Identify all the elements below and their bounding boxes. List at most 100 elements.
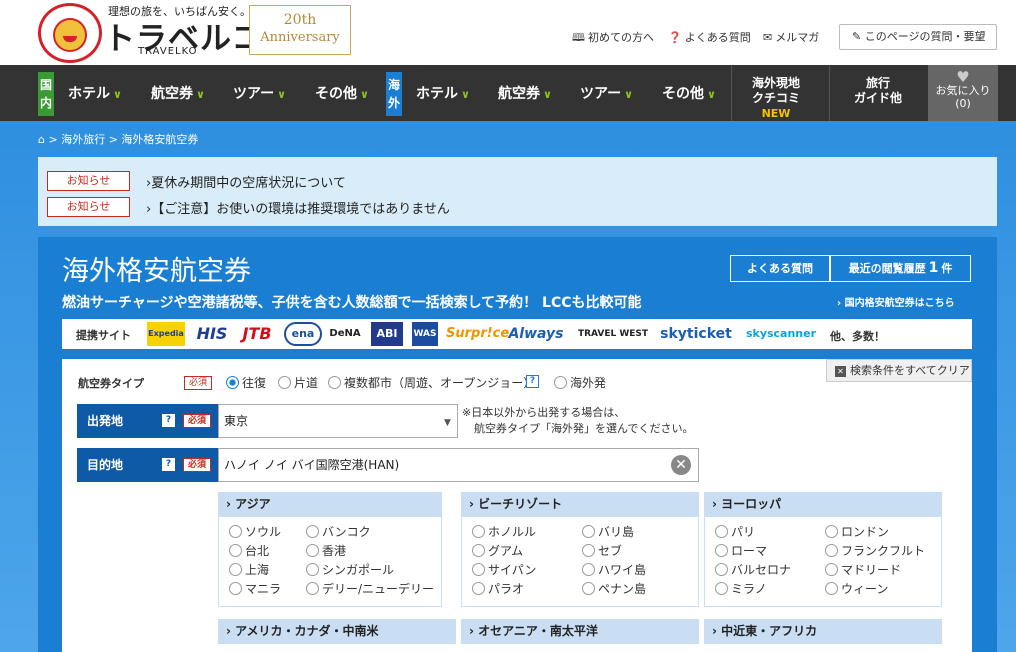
nav-reviews-line2: クチコミ: [752, 91, 801, 105]
region-americas[interactable]: › アメリカ・カナダ・中南米: [218, 619, 456, 644]
help-icon[interactable]: ?: [162, 414, 175, 427]
logo-mascot[interactable]: [38, 3, 102, 63]
radio[interactable]: [715, 582, 728, 595]
radio[interactable]: [582, 525, 595, 538]
region-oceania[interactable]: › オセアニア・南太平洋: [461, 619, 699, 644]
city-option[interactable]: デリー/ニューデリー: [306, 580, 434, 599]
radio[interactable]: [825, 525, 838, 538]
clear-input-icon[interactable]: ✕: [671, 455, 691, 475]
clear-conditions-button[interactable]: ✕ 検索条件をすべてクリア: [826, 359, 972, 382]
city-option[interactable]: ローマ: [715, 542, 767, 561]
radio[interactable]: [278, 376, 291, 389]
region-asia[interactable]: › アジア: [218, 492, 442, 517]
radio[interactable]: [306, 563, 319, 576]
radio[interactable]: [229, 582, 242, 595]
nav-domestic-other[interactable]: その他 ∨: [315, 83, 369, 103]
type-roundtrip[interactable]: 往復: [226, 374, 266, 391]
radio[interactable]: [715, 525, 728, 538]
departure-select[interactable]: 東京: [218, 404, 458, 438]
close-icon: ✕: [835, 366, 846, 377]
city-option[interactable]: 上海: [229, 561, 269, 580]
city-option[interactable]: ミラノ: [715, 580, 767, 599]
radio[interactable]: [472, 582, 485, 595]
radio[interactable]: [306, 582, 319, 595]
city-option[interactable]: ハワイ島: [582, 561, 646, 580]
radio[interactable]: [306, 525, 319, 538]
radio[interactable]: [229, 544, 242, 557]
link-newsletter[interactable]: ✉ メルマガ: [763, 29, 819, 45]
city-option[interactable]: サイパン: [472, 561, 536, 580]
nav-overseas-air[interactable]: 航空券 ∨: [498, 83, 552, 103]
city-option[interactable]: ホノルル: [472, 523, 536, 542]
radio[interactable]: [825, 582, 838, 595]
radio[interactable]: [229, 525, 242, 538]
radio[interactable]: [472, 544, 485, 557]
radio[interactable]: [825, 544, 838, 557]
city-option[interactable]: バンコク: [306, 523, 371, 542]
city-option[interactable]: ウィーン: [825, 580, 888, 599]
city-option[interactable]: セブ: [582, 542, 622, 561]
radio[interactable]: [229, 563, 242, 576]
link-faq[interactable]: ❓ よくある質問: [668, 29, 751, 45]
feedback-button[interactable]: ✎ このページの質問・要望: [839, 24, 997, 50]
type-multicity[interactable]: 複数都市（周遊、オープンジョー）: [328, 374, 535, 391]
notice-link[interactable]: ›夏休み期間中の空席状況について: [146, 172, 346, 191]
breadcrumb-overseas[interactable]: 海外旅行: [61, 133, 105, 146]
region-europe[interactable]: › ヨーロッパ: [704, 492, 942, 517]
city-option[interactable]: マドリード: [825, 561, 901, 580]
radio[interactable]: [715, 544, 728, 557]
city-label: ロンドン: [841, 525, 890, 539]
city-option[interactable]: 香港: [306, 542, 346, 561]
radio[interactable]: [582, 563, 595, 576]
radio[interactable]: [472, 563, 485, 576]
home-icon[interactable]: ⌂: [38, 133, 45, 146]
radio[interactable]: [715, 563, 728, 576]
nav-guide[interactable]: 旅行 ガイド他: [854, 76, 902, 106]
type-overseas-departure[interactable]: 海外発: [554, 374, 606, 391]
city-option[interactable]: バリ島: [582, 523, 634, 542]
city-option[interactable]: フランクフルト: [825, 542, 925, 561]
nav-domestic-air[interactable]: 航空券 ∨: [151, 83, 205, 103]
radio[interactable]: [582, 582, 595, 595]
city-label: ローマ: [731, 544, 768, 558]
nav-domestic-hotel[interactable]: ホテル ∨: [68, 83, 122, 103]
radio[interactable]: [306, 544, 319, 557]
city-option[interactable]: バルセロナ: [715, 561, 791, 580]
city-option[interactable]: ペナン島: [582, 580, 646, 599]
destination-input[interactable]: ハノイ ノイ バイ国際空港(HAN): [218, 448, 699, 482]
type-oneway-label: 片道: [294, 376, 319, 390]
help-icon[interactable]: ?: [526, 375, 539, 388]
city-option[interactable]: グアム: [472, 542, 523, 561]
history-button[interactable]: 最近の閲覧履歴 1 件: [830, 255, 971, 282]
nav-domestic-tour[interactable]: ツアー ∨: [233, 83, 286, 103]
city-label: グアム: [488, 544, 524, 558]
radio[interactable]: [582, 544, 595, 557]
nav-reviews[interactable]: 海外現地 クチコミ NEW: [752, 76, 800, 121]
city-option[interactable]: パラオ: [472, 580, 524, 599]
nav-overseas-hotel[interactable]: ホテル ∨: [416, 83, 470, 103]
city-option[interactable]: ソウル: [229, 523, 281, 542]
faq-button[interactable]: よくある質問: [730, 255, 830, 282]
help-icon[interactable]: ?: [162, 458, 175, 471]
radio-selected[interactable]: [226, 376, 239, 389]
radio[interactable]: [328, 376, 341, 389]
city-option[interactable]: マニラ: [229, 580, 281, 599]
region-middle-east-africa[interactable]: › 中近東・アフリカ: [704, 619, 942, 644]
radio[interactable]: [554, 376, 567, 389]
notice-link[interactable]: ›【ご注意】お使いの環境は推奨環境ではありません: [146, 198, 450, 217]
radio[interactable]: [472, 525, 485, 538]
city-option[interactable]: ロンドン: [825, 523, 889, 542]
nav-favorites[interactable]: ♥ お気に入り (0): [928, 65, 998, 121]
nav-overseas-tour[interactable]: ツアー ∨: [580, 83, 633, 103]
radio[interactable]: [825, 563, 838, 576]
region-beach[interactable]: › ビーチリゾート: [461, 492, 699, 517]
city-option[interactable]: 台北: [229, 542, 269, 561]
nav-overseas-other[interactable]: その他 ∨: [662, 83, 716, 103]
link-beginners[interactable]: 🕮 初めての方へ: [572, 29, 654, 48]
type-oneway[interactable]: 片道: [278, 374, 318, 391]
city-option[interactable]: パリ: [715, 523, 755, 542]
domestic-air-link[interactable]: › 国内格安航空券はこちら: [837, 294, 955, 309]
dropdown-arrow-icon[interactable]: ▼: [444, 418, 451, 428]
region-name: ヨーロッパ: [721, 497, 782, 511]
city-option[interactable]: シンガポール: [306, 561, 394, 580]
